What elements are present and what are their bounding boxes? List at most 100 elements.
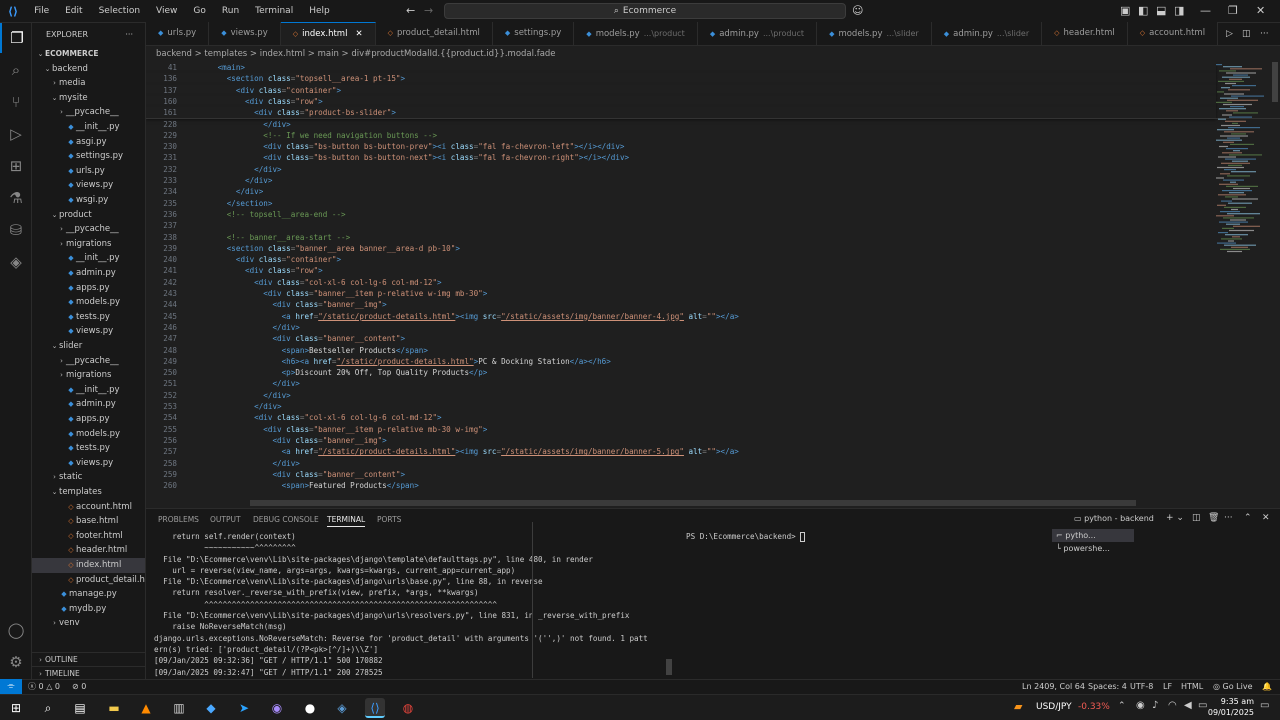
back-arrow-icon[interactable]: ← xyxy=(406,4,415,17)
tree-file[interactable]: ◆ views.py xyxy=(32,456,145,471)
tree-file[interactable]: ◆ __init__.py xyxy=(32,383,145,398)
wifi-icon[interactable]: ◠ xyxy=(1168,700,1177,711)
code-line[interactable]: 245 <a href="/static/product-details.htm… xyxy=(146,311,1216,322)
menu-run[interactable]: Run xyxy=(214,0,247,23)
menu-view[interactable]: View xyxy=(148,0,185,23)
terminal-scrollbar[interactable] xyxy=(666,659,672,675)
encoding-status[interactable]: UTF-8 xyxy=(1130,680,1153,694)
code-line[interactable]: 254 <div class="col-xl-6 col-lg-6 col-md… xyxy=(146,412,1216,423)
menu-file[interactable]: File xyxy=(26,0,57,23)
search-icon[interactable]: ⌕ xyxy=(0,55,32,85)
tree-file[interactable]: ◇ base.html xyxy=(32,514,145,529)
code-line[interactable]: 234 </div> xyxy=(146,186,1216,197)
new-terminal-icon[interactable]: + ⌄ xyxy=(1166,513,1184,523)
code-line[interactable]: 231 <div class="bs-button bs-button-next… xyxy=(146,152,1216,163)
close-window-icon[interactable]: ✕ xyxy=(1256,4,1265,17)
eol-status[interactable]: LF xyxy=(1163,680,1172,694)
code-line[interactable]: 255 <div class="banner__item p-relative … xyxy=(146,424,1216,435)
code-line[interactable]: 259 <div class="banner__content"> xyxy=(146,469,1216,480)
tree-file[interactable]: ◆ admin.py xyxy=(32,397,145,412)
copilot-icon[interactable]: ☺ xyxy=(852,4,863,17)
vscode-taskbar-icon[interactable]: ⟨⟩ xyxy=(365,698,385,718)
tree-file[interactable]: ◆ tests.py xyxy=(32,441,145,456)
code-line[interactable]: 253 </div> xyxy=(146,401,1216,412)
tree-file[interactable]: ◇ account.html xyxy=(32,500,145,515)
tree-file[interactable]: ◆ models.py xyxy=(32,427,145,442)
close-tab-icon[interactable]: ✕ xyxy=(355,29,362,39)
task-view-icon[interactable]: ▤ xyxy=(70,698,90,718)
clock-date[interactable]: 09/01/2025 xyxy=(1201,708,1254,717)
breadcrumb[interactable]: backend > templates > index.html > main … xyxy=(146,46,1280,62)
tree-folder[interactable]: ⌄ slider xyxy=(32,339,145,354)
tree-file[interactable]: ◆ mydb.py xyxy=(32,602,145,617)
vertical-scrollbar[interactable] xyxy=(1272,62,1278,102)
tray-chevron-icon[interactable]: ⌃ xyxy=(1118,701,1126,711)
microphone-icon[interactable]: ♪ xyxy=(1152,700,1158,711)
code-line[interactable]: 160 <div class="row"> xyxy=(146,95,1216,108)
tree-file[interactable]: ◆ __init__.py xyxy=(32,251,145,266)
tree-file[interactable]: ◆ wsgi.py xyxy=(32,193,145,208)
maximize-panel-icon[interactable]: ⌃ xyxy=(1244,513,1252,523)
volume-icon[interactable]: ◀ xyxy=(1184,700,1192,711)
code-editor[interactable]: 41 <main> 136 <section class="topsell__ar… xyxy=(146,62,1280,508)
tree-folder[interactable]: › __pycache__ xyxy=(32,222,145,237)
tab-admin-py[interactable]: ◆ admin.py ...\slider xyxy=(931,22,1043,45)
file-explorer-icon[interactable]: ▬ xyxy=(104,698,124,718)
tree-file[interactable]: ◆ admin.py xyxy=(32,266,145,281)
tree-file[interactable]: ◆ __init__.py xyxy=(32,120,145,135)
editor-more-icon[interactable]: ··· xyxy=(1260,29,1269,39)
tree-folder[interactable]: › __pycache__ xyxy=(32,105,145,120)
remote-indicator-icon[interactable]: ⌯ xyxy=(0,679,22,694)
command-center-search[interactable]: ⌕ Ecommerce xyxy=(444,3,846,19)
code-line[interactable]: 237 xyxy=(146,220,1216,231)
code-line[interactable]: 161 <div class="product-bs-slider"> xyxy=(146,107,1216,119)
more-actions-icon[interactable]: ··· xyxy=(125,23,133,47)
menu-selection[interactable]: Selection xyxy=(91,0,148,23)
horizontal-scrollbar[interactable] xyxy=(250,500,1136,506)
code-line[interactable]: 258 </div> xyxy=(146,458,1216,469)
vlc-icon[interactable]: ▲ xyxy=(136,698,156,718)
kill-terminal-icon[interactable]: 🗑 xyxy=(1208,513,1219,523)
code-line[interactable]: 228 </div> xyxy=(146,119,1216,130)
tab-urls-py[interactable]: ◆ urls.py xyxy=(146,22,210,45)
code-line[interactable]: 246 </div> xyxy=(146,322,1216,333)
tree-file[interactable]: ◇ index.html xyxy=(32,558,145,573)
tree-file[interactable]: ◇ header.html xyxy=(32,543,145,558)
code-line[interactable]: 251 </div> xyxy=(146,378,1216,389)
tab-product_detail-html[interactable]: ◇ product_detail.html xyxy=(375,22,493,45)
tree-folder[interactable]: ⌄ mysite xyxy=(32,91,145,106)
tree-file[interactable]: ◆ manage.py xyxy=(32,587,145,602)
tree-file[interactable]: ◆ apps.py xyxy=(32,412,145,427)
tree-folder[interactable]: › static xyxy=(32,470,145,485)
explorer-icon[interactable]: ❐ xyxy=(0,23,32,53)
notification-center-icon[interactable]: ▭ xyxy=(1260,700,1269,711)
timeline-section[interactable]: › TIMELINE xyxy=(32,666,145,679)
tree-file[interactable]: ◆ apps.py xyxy=(32,281,145,296)
toggle-secondary-sidebar-icon[interactable]: ◨ xyxy=(1174,4,1184,17)
tree-folder[interactable]: › migrations xyxy=(32,237,145,252)
code-line[interactable]: 252 </div> xyxy=(146,390,1216,401)
tree-file[interactable]: ◇ footer.html xyxy=(32,529,145,544)
tab-views-py[interactable]: ◆ views.py xyxy=(209,22,281,45)
indentation-status[interactable]: Spaces: 4 xyxy=(1088,680,1127,694)
menu-help[interactable]: Help xyxy=(301,0,338,23)
go-live-button[interactable]: ◎ Go Live xyxy=(1213,680,1253,694)
tree-file[interactable]: ◆ models.py xyxy=(32,295,145,310)
layers-icon[interactable]: ◈ xyxy=(0,247,32,277)
code-line[interactable]: 137 <div class="container"> xyxy=(146,84,1216,96)
ports-status[interactable]: ⊘ 0 xyxy=(72,680,86,694)
code-line[interactable]: 238 <!-- banner__area-start --> xyxy=(146,232,1216,243)
ticker-symbol[interactable]: USD/JPY xyxy=(1036,702,1072,712)
tab-models-py[interactable]: ◆ models.py ...\slider xyxy=(817,22,932,45)
split-terminal-icon[interactable]: ◫ xyxy=(1192,513,1201,523)
code-line[interactable]: 230 <div class="bs-button bs-button-prev… xyxy=(146,141,1216,152)
code-line[interactable]: 233 </div> xyxy=(146,175,1216,186)
tab-admin-py[interactable]: ◆ admin.py ...\product xyxy=(697,22,818,45)
menu-go[interactable]: Go xyxy=(185,0,213,23)
tree-folder[interactable]: ⌄ templates xyxy=(32,485,145,500)
tab-header-html[interactable]: ◇ header.html xyxy=(1042,22,1128,45)
account-icon[interactable]: ◯ xyxy=(0,615,32,645)
layout-icon[interactable]: ▣ xyxy=(1120,4,1130,17)
panel-tab-terminal[interactable]: TERMINAL xyxy=(327,515,366,527)
forward-arrow-icon[interactable]: → xyxy=(424,4,433,17)
